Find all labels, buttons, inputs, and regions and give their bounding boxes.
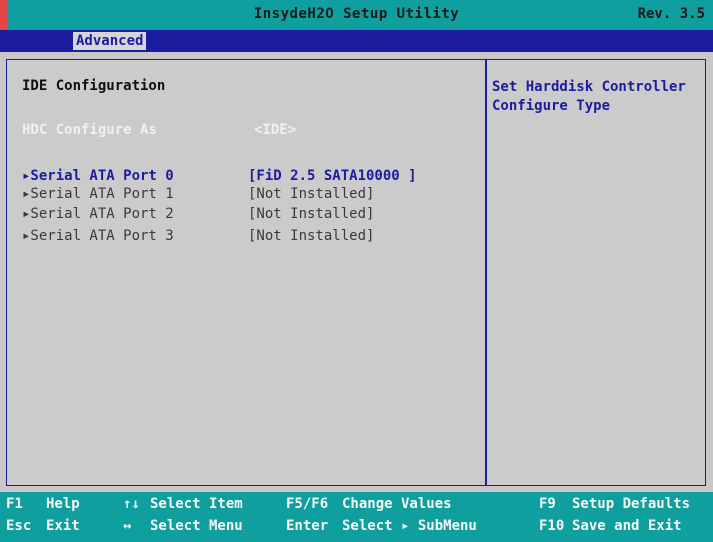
key-f10: F10 xyxy=(539,518,565,534)
help-text: Set Harddisk Controller Configure Type xyxy=(492,79,686,114)
hdc-configure-label[interactable]: HDC Configure As xyxy=(22,122,157,138)
serial-ata-port-3-value: [Not Installed] xyxy=(248,228,375,244)
key-enter-desc: Select ▸ SubMenu xyxy=(342,518,477,534)
menu-bar: Advanced xyxy=(0,30,713,52)
serial-ata-port-2-value: [Not Installed] xyxy=(248,206,375,222)
serial-ata-port-1-value: [Not Installed] xyxy=(248,186,375,202)
tab-advanced[interactable]: Advanced xyxy=(73,32,147,50)
title-bar: InsydeH2O Setup Utility Rev. 3.5 xyxy=(0,0,713,30)
section-title: IDE Configuration xyxy=(22,78,166,94)
serial-ata-port-2-label[interactable]: ▸Serial ATA Port 2 xyxy=(22,206,174,222)
revision-label: Rev. 3.5 xyxy=(637,6,705,22)
key-enter: Enter xyxy=(286,518,329,534)
hdc-configure-value[interactable]: <IDE> xyxy=(254,122,296,138)
key-arrows-leftright: ↔ xyxy=(123,518,132,534)
key-f1: F1 xyxy=(6,496,23,512)
key-f10-desc: Save and Exit xyxy=(572,518,682,534)
serial-ata-port-0-row[interactable]: ▸Serial ATA Port 0 [FiD 2.5 SATA10000 ] xyxy=(22,168,482,186)
serial-ata-port-0-value[interactable]: [FiD 2.5 SATA10000 ] xyxy=(248,168,417,184)
key-f1-desc: Help xyxy=(46,496,80,512)
key-f9: F9 xyxy=(539,496,556,512)
key-esc: Esc xyxy=(6,518,32,534)
key-arrows-leftright-desc: Select Menu xyxy=(150,518,243,534)
serial-ata-port-0-label[interactable]: ▸Serial ATA Port 0 xyxy=(22,168,174,184)
key-arrows-updown: ↑↓ xyxy=(123,496,140,512)
key-f5-f6: F5/F6 xyxy=(286,496,329,512)
key-arrows-updown-desc: Select Item xyxy=(150,496,243,512)
help-divider xyxy=(485,59,487,486)
key-f5-f6-desc: Change Values xyxy=(342,496,452,512)
footer-bar: F1 Help ↑↓ Select Item F5/F6 Change Valu… xyxy=(0,492,713,542)
serial-ata-port-2-row[interactable]: ▸Serial ATA Port 2 [Not Installed] xyxy=(22,206,482,224)
serial-ata-port-3-row[interactable]: ▸Serial ATA Port 3 [Not Installed] xyxy=(22,228,482,246)
serial-ata-port-1-label[interactable]: ▸Serial ATA Port 1 xyxy=(22,186,174,202)
key-esc-desc: Exit xyxy=(46,518,80,534)
key-f9-desc: Setup Defaults xyxy=(572,496,691,512)
serial-ata-port-3-label[interactable]: ▸Serial ATA Port 3 xyxy=(22,228,174,244)
app-title: InsydeH2O Setup Utility xyxy=(253,6,460,22)
serial-ata-port-1-row[interactable]: ▸Serial ATA Port 1 [Not Installed] xyxy=(22,186,482,204)
